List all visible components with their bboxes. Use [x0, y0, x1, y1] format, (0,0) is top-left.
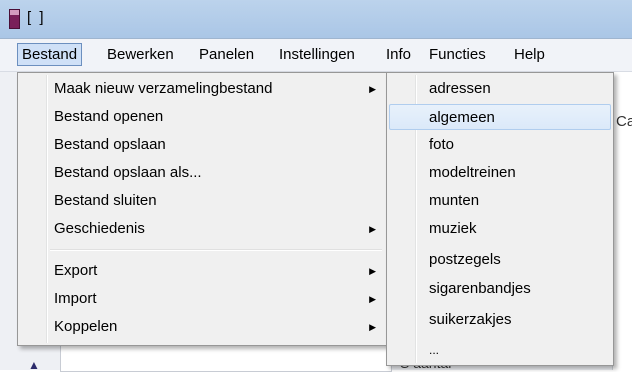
app-icon: [9, 9, 20, 29]
submenu-item-label: sigarenbandjes: [429, 280, 531, 297]
menu-info[interactable]: Info: [382, 43, 415, 66]
menu-item-label: Import: [54, 290, 97, 307]
menu-bewerken[interactable]: Bewerken: [103, 43, 178, 66]
submenu-item-label: algemeen: [429, 109, 495, 126]
submenu-arrow-icon: ▶: [369, 224, 376, 234]
menu-item-bestand-sluiten[interactable]: Bestand sluiten: [20, 188, 386, 214]
menu-instellingen[interactable]: Instellingen: [275, 43, 359, 66]
menu-bar: Bestand Bewerken Panelen Instellingen In…: [0, 39, 632, 72]
background-column-text: Ca: [616, 113, 632, 130]
menu-separator: [50, 249, 382, 251]
submenu-item-munten[interactable]: munten: [389, 188, 611, 214]
submenu-item-label: modeltreinen: [429, 164, 516, 181]
menu-bestand[interactable]: Bestand: [17, 43, 83, 66]
menu-item-label: Koppelen: [54, 318, 118, 335]
menu-item-koppelen[interactable]: Koppelen ▶: [20, 314, 386, 340]
menu-panelen[interactable]: Panelen: [195, 43, 258, 66]
submenu-arrow-icon: ▶: [369, 294, 376, 304]
menu-item-maak-nieuw[interactable]: Maak nieuw verzamelingbestand ▶: [20, 76, 386, 102]
submenu-item-algemeen[interactable]: algemeen: [389, 104, 611, 130]
window-title: [ ]: [27, 9, 46, 26]
submenu-item-label: foto: [429, 136, 455, 153]
submenu-item-label: postzegels: [429, 251, 501, 268]
menu-item-label: Bestand sluiten: [54, 192, 157, 209]
title-bar: [ ]: [0, 0, 632, 39]
submenu-item-suikerzakjes[interactable]: suikerzakjes: [389, 307, 611, 333]
submenu-item-adressen[interactable]: adressen: [389, 76, 611, 102]
bestand-menu: Maak nieuw verzamelingbestand ▶ Bestand …: [17, 72, 389, 346]
submenu-item-modeltreinen[interactable]: modeltreinen: [389, 160, 611, 186]
menu-item-label: Bestand opslaan: [54, 136, 166, 153]
menu-item-label: Bestand openen: [54, 108, 164, 125]
menu-functies[interactable]: Functies: [425, 43, 490, 66]
menu-help[interactable]: Help: [510, 43, 549, 66]
submenu-item-sigarenbandjes[interactable]: sigarenbandjes: [389, 276, 611, 302]
submenu-item-label: muziek: [429, 220, 477, 237]
menu-item-bestand-opslaan-als[interactable]: Bestand opslaan als...: [20, 160, 386, 186]
submenu-item-foto[interactable]: foto: [389, 132, 611, 158]
submenu-item-postzegels[interactable]: postzegels: [389, 247, 611, 273]
new-collection-submenu: adressen algemeen foto modeltreinen munt…: [386, 72, 614, 366]
menu-item-label: Maak nieuw verzamelingbestand: [54, 80, 273, 97]
menu-item-export[interactable]: Export ▶: [20, 258, 386, 284]
menu-item-import[interactable]: Import ▶: [20, 286, 386, 312]
menu-item-label: Export: [54, 262, 98, 279]
submenu-arrow-icon: ▶: [369, 322, 376, 332]
submenu-item-label: munten: [429, 192, 480, 209]
submenu-item-more[interactable]: ...: [389, 337, 611, 363]
menu-item-label: Bestand opslaan als...: [54, 164, 202, 181]
submenu-item-muziek[interactable]: muziek: [389, 216, 611, 242]
menu-item-geschiedenis[interactable]: Geschiedenis ▶: [20, 216, 386, 242]
submenu-item-label: adressen: [429, 80, 491, 97]
menu-item-label: Geschiedenis: [54, 220, 145, 237]
submenu-arrow-icon: ▶: [369, 266, 376, 276]
submenu-item-label: ...: [429, 343, 440, 357]
menu-item-bestand-opslaan[interactable]: Bestand opslaan: [20, 132, 386, 158]
submenu-arrow-icon: ▶: [369, 84, 376, 94]
submenu-item-label: suikerzakjes: [429, 311, 512, 328]
menu-item-bestand-openen[interactable]: Bestand openen: [20, 104, 386, 130]
